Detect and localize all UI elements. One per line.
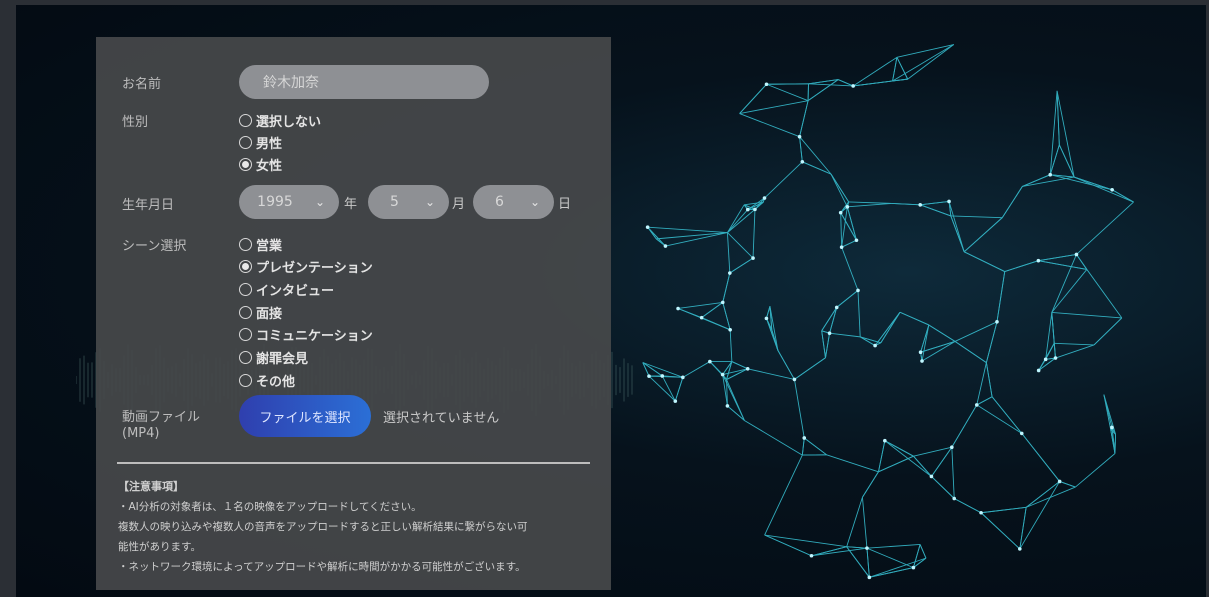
radio-icon[interactable] [239, 305, 252, 319]
radio-icon[interactable] [239, 373, 252, 387]
scene-option-apology[interactable]: 謝罪会見 [239, 348, 309, 367]
day-unit: 日 [558, 197, 572, 212]
month-select[interactable]: 5 ⌄ [368, 185, 449, 219]
year-value: 1995 [257, 194, 293, 210]
name-label: お名前 [122, 77, 162, 92]
chevron-down-icon: ⌄ [424, 195, 436, 209]
gender-option-male[interactable]: 男性 [239, 133, 283, 152]
gender-option-female[interactable]: 女性 [239, 155, 283, 174]
radio-icon[interactable] [239, 259, 252, 273]
scene-option-label: 面接 [256, 306, 283, 322]
day-value: 6 [495, 194, 504, 210]
gender-option-label: 男性 [256, 136, 283, 152]
analysis-form-panel: お名前 性別 選択しない 男性 女性 生年月日 1995 ⌄ 年 5 ⌄ 月 6 [96, 37, 611, 590]
video-label: 動画ファイル [122, 410, 201, 425]
gender-option-label: 選択しない [256, 114, 322, 130]
radio-icon[interactable] [239, 135, 252, 149]
year-unit: 年 [344, 197, 358, 212]
scene-option-communication[interactable]: コミュニケーション [239, 325, 373, 344]
gender-option-label: 女性 [256, 158, 283, 174]
notes-line: ・ネットワーク環境によってアップロードや解析に時間がかかる可能性がございます。 [118, 561, 526, 573]
choose-file-button[interactable]: ファイルを選択 [239, 395, 371, 437]
scene-option-label: 営業 [256, 238, 283, 254]
scene-option-job-interview[interactable]: 面接 [239, 303, 283, 322]
notes-line: 能性があります。 [118, 541, 201, 553]
radio-icon[interactable] [239, 237, 252, 251]
radio-icon[interactable] [239, 327, 252, 341]
month-value: 5 [390, 194, 399, 210]
notes-line: 複数人の映り込みや複数人の音声をアップロードすると正しい解析結果に繋がらない可 [118, 521, 528, 533]
chevron-down-icon: ⌄ [314, 195, 326, 209]
chevron-down-icon: ⌄ [529, 195, 541, 209]
scene-option-label: プレゼンテーション [256, 260, 373, 276]
scene-option-label: 謝罪会見 [256, 351, 309, 367]
notes-line: ・AI分析の対象者は、１名の映像をアップロードしてください。 [118, 501, 422, 513]
notes-section: 【注意事項】 ・AI分析の対象者は、１名の映像をアップロードしてください。 複数… [118, 477, 598, 577]
radio-icon[interactable] [239, 282, 252, 296]
scene-option-other[interactable]: その他 [239, 371, 296, 390]
notes-heading: 【注意事項】 [118, 480, 184, 493]
month-unit: 月 [452, 197, 466, 212]
face-mesh-graphic [642, 44, 1134, 580]
scene-label: シーン選択 [122, 239, 187, 254]
gender-option-none[interactable]: 選択しない [239, 111, 322, 130]
scene-option-sales[interactable]: 営業 [239, 235, 283, 254]
gender-label: 性別 [122, 115, 149, 130]
year-select[interactable]: 1995 ⌄ [239, 185, 339, 219]
radio-icon[interactable] [239, 350, 252, 364]
scene-option-interview[interactable]: インタビュー [239, 280, 335, 299]
divider [117, 462, 590, 464]
file-status: 選択されていません [383, 411, 500, 426]
scene-option-presentation[interactable]: プレゼンテーション [239, 257, 373, 276]
scene-option-label: その他 [256, 374, 296, 390]
day-select[interactable]: 6 ⌄ [473, 185, 554, 219]
birthdate-label: 生年月日 [122, 198, 175, 213]
video-format-label: (MP4) [122, 426, 160, 441]
background-frame: お名前 性別 選択しない 男性 女性 生年月日 1995 ⌄ 年 5 ⌄ 月 6 [16, 5, 1206, 597]
scene-option-label: インタビュー [256, 283, 335, 299]
scene-option-label: コミュニケーション [256, 328, 373, 344]
name-input[interactable] [239, 65, 489, 99]
radio-icon[interactable] [239, 113, 252, 127]
radio-icon[interactable] [239, 157, 252, 171]
